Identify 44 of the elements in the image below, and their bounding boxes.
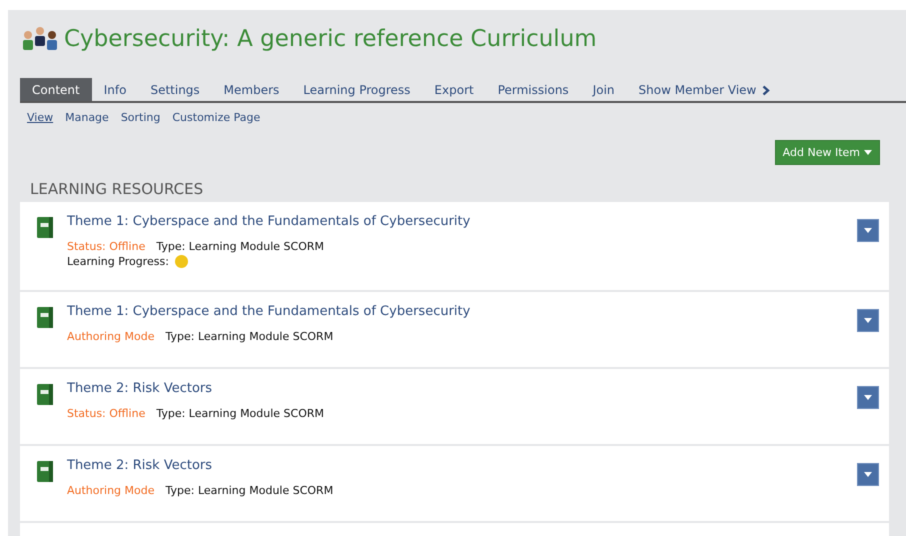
book-icon — [37, 307, 53, 328]
type-text: Type: Learning Module SCORM — [156, 240, 324, 253]
subtab-link[interactable]: View — [22, 108, 58, 127]
tab[interactable]: Permissions — [486, 78, 581, 101]
caret-icon — [864, 318, 872, 323]
caret-icon — [864, 472, 872, 477]
tab[interactable]: Show Member View — [626, 78, 782, 101]
tab[interactable]: Learning Progress — [291, 78, 422, 101]
tab[interactable]: Info — [92, 78, 138, 101]
book-icon — [37, 461, 53, 482]
status-text: Status: Offline — [67, 240, 146, 253]
status-text: Authoring Mode — [67, 330, 155, 343]
chevron-right-icon — [762, 84, 770, 96]
caret-icon — [864, 395, 872, 400]
page-title: Cybersecurity: A generic reference Curriculum — [64, 26, 597, 52]
book-icon — [37, 384, 53, 405]
progress-label: Learning Progress: — [67, 255, 169, 268]
add-new-item-button[interactable]: Add New Item — [774, 140, 880, 165]
tab[interactable]: Export — [422, 78, 486, 101]
type-text: Type: Learning Module SCORM — [166, 330, 334, 343]
dropdown-button[interactable] — [857, 309, 879, 332]
tab[interactable]: Join — [580, 78, 627, 101]
resource-title-link[interactable]: Theme 1: Cyberspace and the Fundamentals of Cybersecurity — [67, 304, 470, 319]
caret-icon — [864, 150, 872, 155]
dropdown-button[interactable] — [857, 463, 879, 486]
section-heading: LEARNING RESOURCES — [30, 180, 204, 198]
group-icon — [22, 26, 58, 52]
book-icon — [37, 217, 53, 238]
dropdown-button[interactable] — [857, 219, 879, 242]
dropdown-button[interactable] — [857, 386, 879, 409]
subtab-link[interactable]: Customize Page — [167, 108, 266, 127]
tab[interactable]: Settings — [138, 78, 212, 101]
resource-title-link[interactable]: Theme 1: Cyberspace and the Fundamentals of Cybersecurity — [67, 214, 470, 229]
tab[interactable]: Members — [212, 78, 292, 101]
type-text: Type: Learning Module SCORM — [166, 484, 334, 497]
status-text: Status: Offline — [67, 407, 146, 420]
subtab-link[interactable]: Sorting — [116, 108, 166, 127]
subtab-link[interactable]: Manage — [60, 108, 114, 127]
caret-icon — [864, 228, 872, 233]
resource-title-link[interactable]: Theme 2: Risk Vectors — [67, 381, 212, 396]
resource-title-link[interactable]: Theme 2: Risk Vectors — [67, 458, 212, 473]
status-text: Authoring Mode — [67, 484, 155, 497]
tab[interactable]: Content — [20, 78, 92, 101]
type-text: Type: Learning Module SCORM — [156, 407, 324, 420]
